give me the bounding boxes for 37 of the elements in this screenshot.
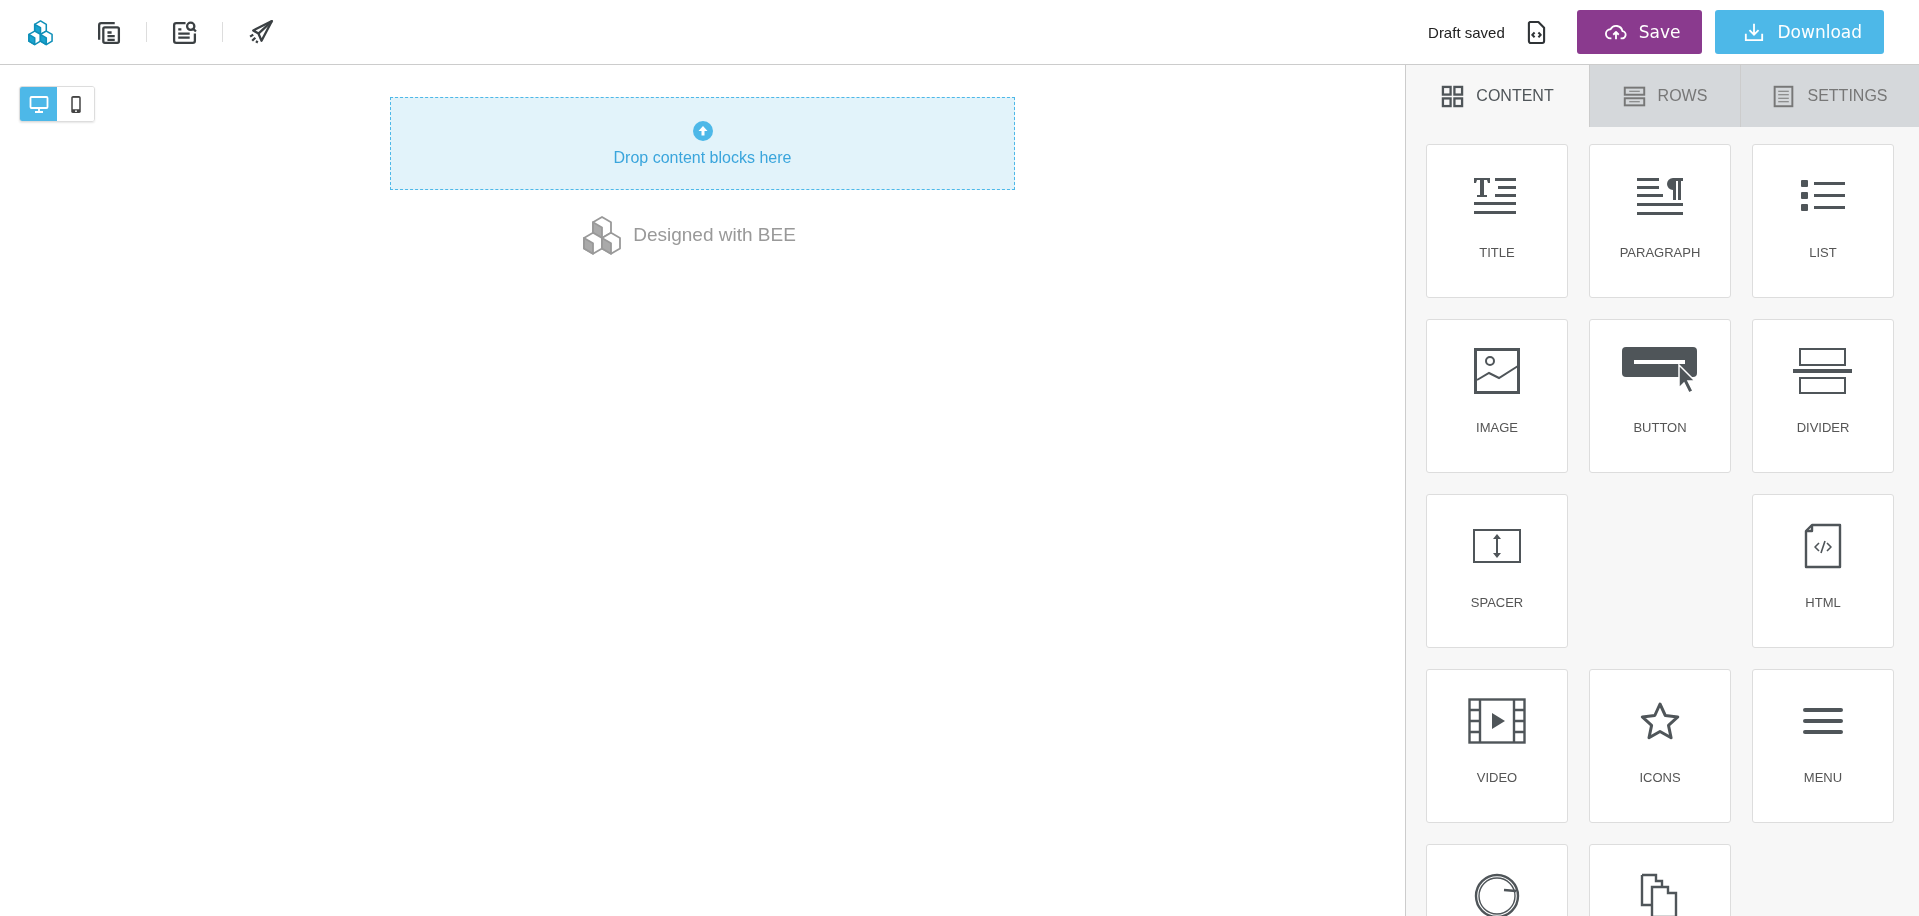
content-block-card[interactable]: ICONS [1589,669,1731,823]
pages-icon [1640,873,1680,916]
brand-credit: Designed with BEE [633,224,796,246]
content-block-card[interactable]: BUTTON [1589,319,1731,473]
monitor-icon [28,94,49,114]
cubes-icon [581,214,624,256]
rows-icon [1622,84,1646,108]
mobile-view-button[interactable] [57,87,94,121]
content-block-card[interactable]: HTML [1752,494,1894,648]
content-block-card[interactable]: PARAGRAPH [1589,144,1731,298]
code-file-icon [1804,523,1842,569]
content-block-card[interactable]: MENU [1752,669,1894,823]
cubes-icon [27,18,54,46]
star-icon [1639,701,1681,741]
divider-icon [1793,348,1853,394]
menu-icon [1802,706,1844,736]
save-button[interactable]: Save [1576,10,1703,54]
cloud-upload-icon [1604,22,1627,42]
content-block-card[interactable]: SPACER [1426,494,1568,648]
download-icon [1743,22,1766,42]
grid-icon [1441,84,1465,108]
image-icon [1474,348,1520,394]
content-block-card[interactable]: VIDEO [1426,669,1568,823]
content-block-card[interactable]: DIVIDER [1752,319,1894,473]
spacer-icon [1473,529,1521,563]
content-block-card[interactable]: IMAGE [1426,319,1568,473]
list-icon [1801,178,1845,214]
film-icon [1468,698,1526,744]
paragraph-icon [1637,176,1683,216]
save-status: Draft saved [1428,23,1505,41]
content-block-card[interactable]: TITLE [1426,144,1568,298]
document-lines-icon [1772,84,1796,108]
button-cursor-icon [1622,347,1698,395]
drop-zone-text: Drop content blocks here [613,148,792,167]
content-block-card[interactable]: LIST [1752,144,1894,298]
code-file-icon [1526,19,1546,45]
paper-plane-icon [247,18,274,46]
